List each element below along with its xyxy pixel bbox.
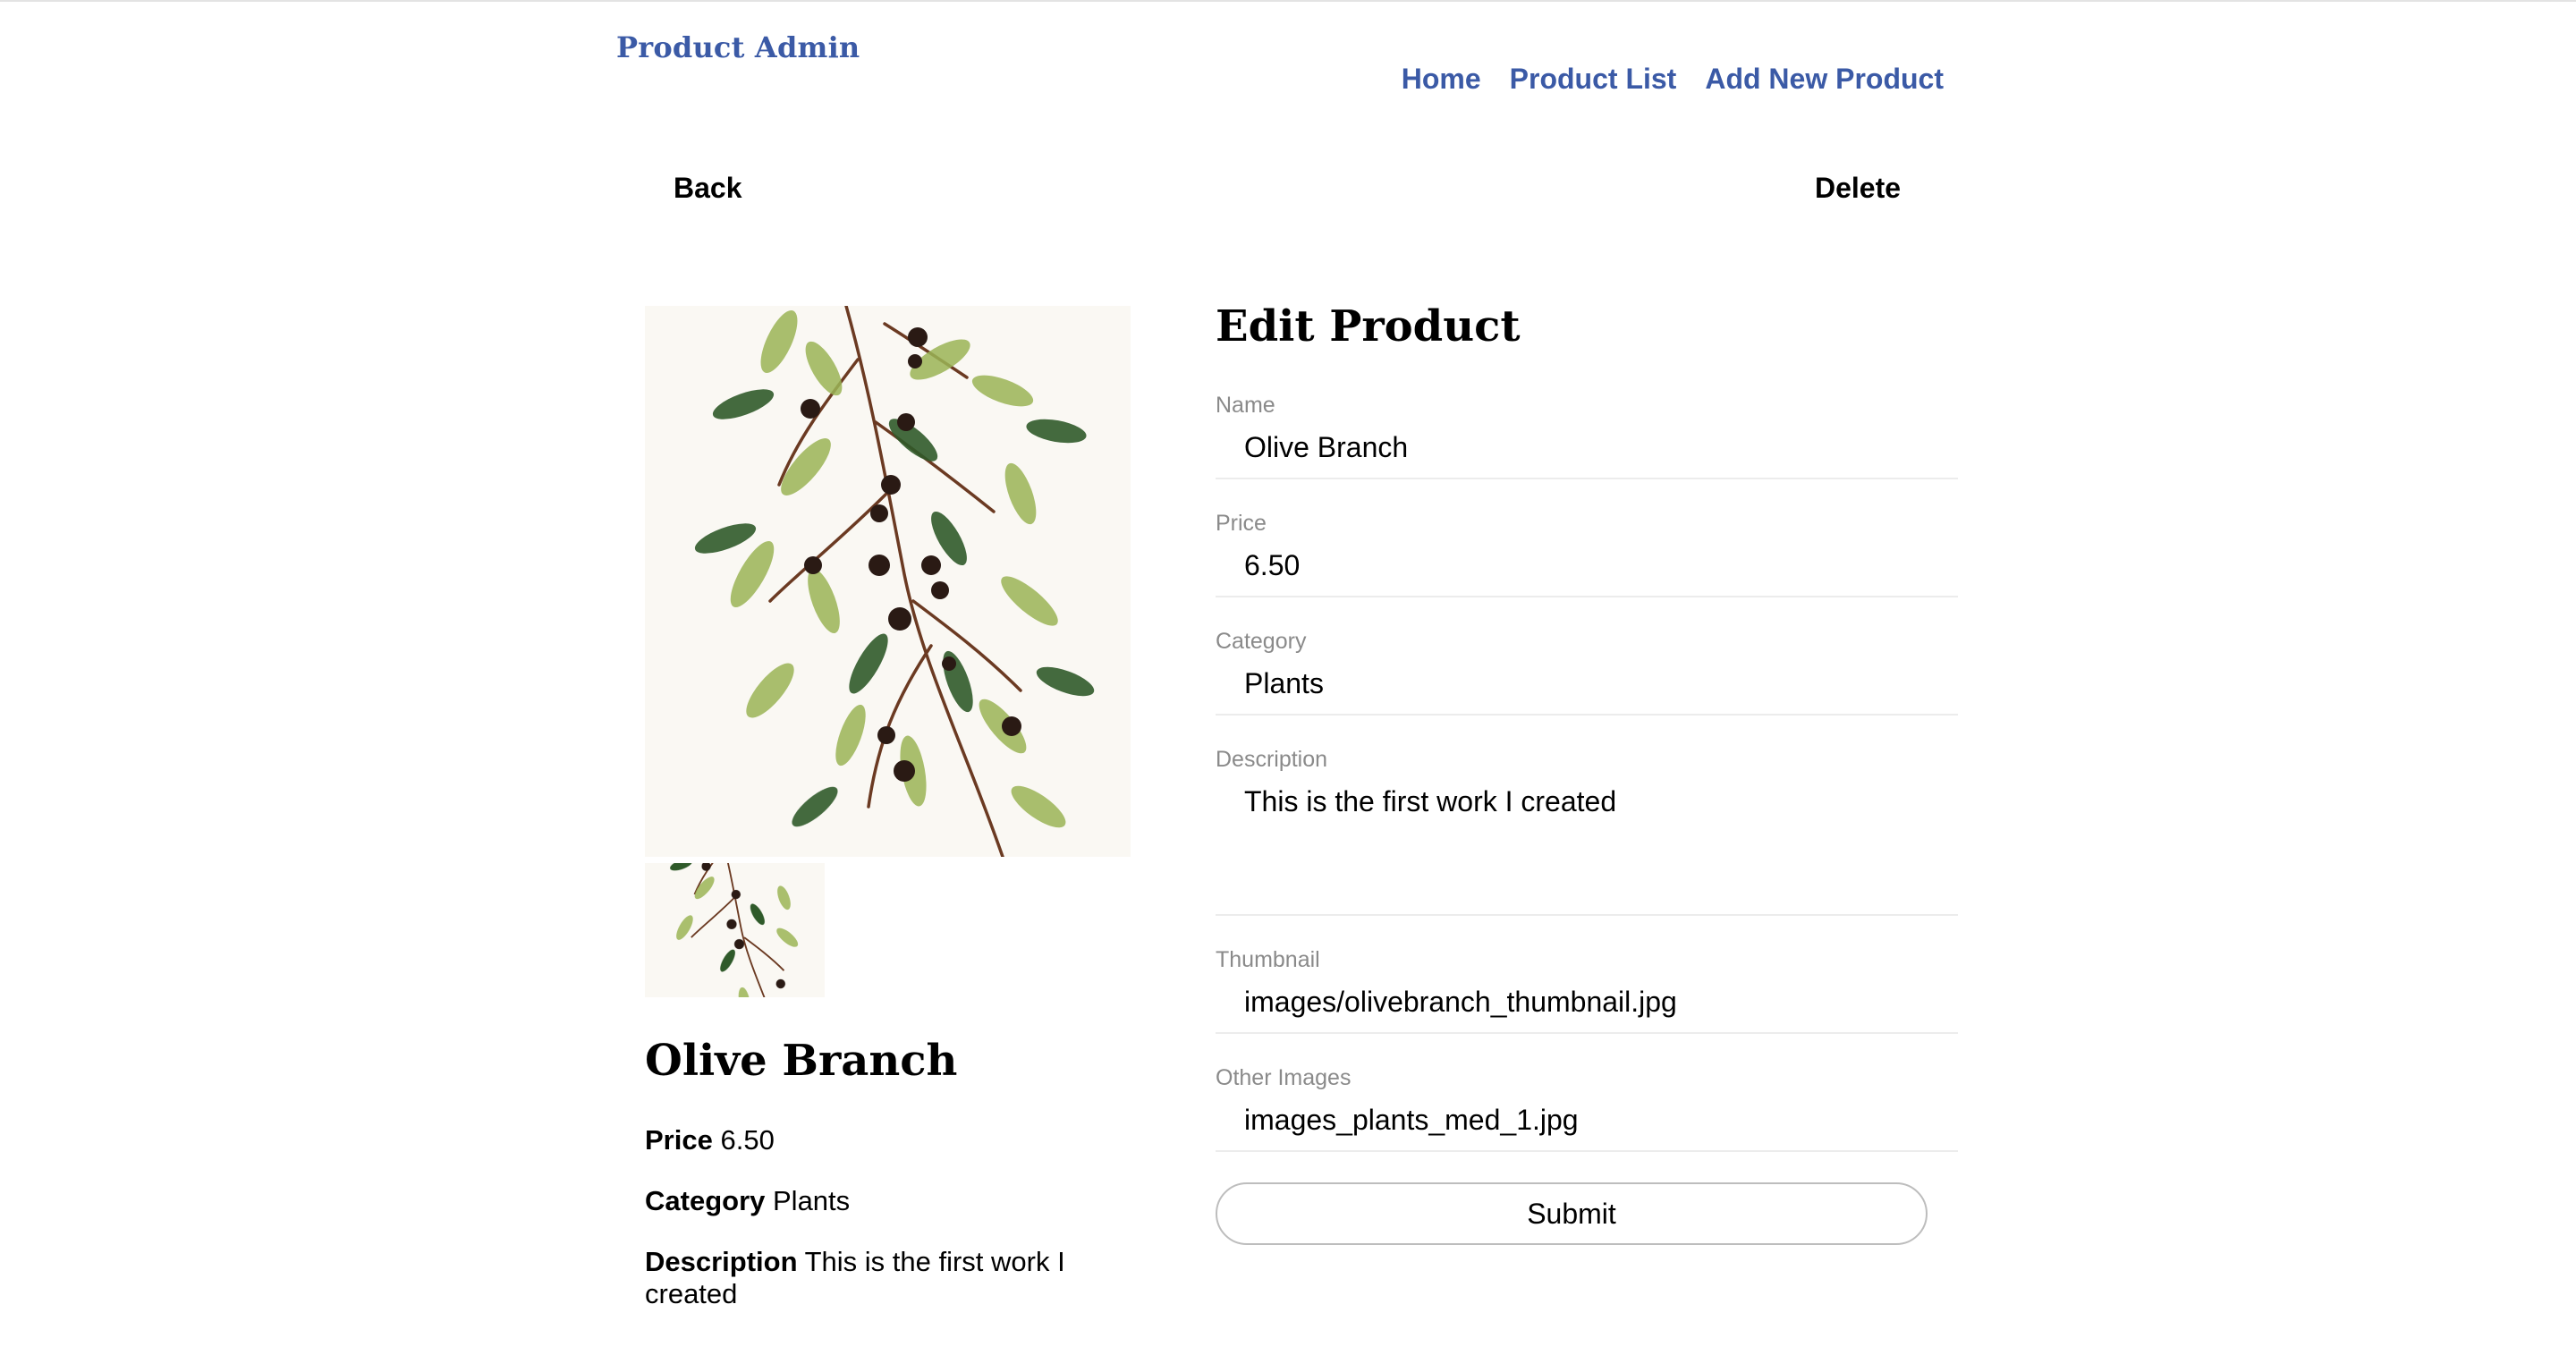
product-price: Price 6.50 <box>645 1124 1110 1156</box>
product-description: Description This is the first work I cre… <box>645 1246 1110 1310</box>
main-nav: Home Product List Add New Product <box>1402 63 1944 96</box>
description-textarea[interactable]: This is the first work I created <box>1216 783 1951 891</box>
description-field: Description This is the first work I cre… <box>1216 746 1958 916</box>
product-category: Category Plants <box>645 1185 1110 1217</box>
price-field: Price <box>1216 510 1958 597</box>
category-field: Category <box>1216 628 1958 716</box>
other-images-field: Other Images <box>1216 1064 1958 1152</box>
thumbnail-field: Thumbnail <box>1216 946 1958 1034</box>
name-field: Name <box>1216 392 1958 479</box>
thumbnail-field-label: Thumbnail <box>1216 947 1320 972</box>
category-field-label: Category <box>1216 629 1307 654</box>
page: Product Admin Home Product List Add New … <box>0 2 2576 1372</box>
price-input[interactable] <box>1216 547 1951 583</box>
nav-home-link[interactable]: Home <box>1402 63 1481 96</box>
olive-branch-thumbnail <box>670 863 799 997</box>
delete-button[interactable]: Delete <box>1815 172 1901 205</box>
name-field-label: Name <box>1216 393 1275 418</box>
brand-title[interactable]: Product Admin <box>616 30 860 64</box>
olive-branch-illustration <box>694 306 1095 857</box>
price-value: 6.50 <box>720 1124 775 1156</box>
description-label: Description <box>645 1246 798 1277</box>
other-images-field-label: Other Images <box>1216 1065 1352 1090</box>
nav-add-new-product-link[interactable]: Add New Product <box>1705 63 1944 96</box>
product-thumbnail-image[interactable] <box>645 863 825 997</box>
product-main-image <box>645 306 1131 857</box>
price-field-label: Price <box>1216 511 1267 536</box>
submit-button[interactable]: Submit <box>1216 1182 1928 1245</box>
price-label: Price <box>645 1124 713 1156</box>
thumbnail-input[interactable] <box>1216 984 1951 1020</box>
back-button[interactable]: Back <box>674 172 742 205</box>
category-input[interactable] <box>1216 665 1951 701</box>
product-name-heading: Olive Branch <box>645 1036 958 1086</box>
category-label: Category <box>645 1185 766 1216</box>
nav-product-list-link[interactable]: Product List <box>1510 63 1677 96</box>
category-value: Plants <box>773 1185 851 1216</box>
description-field-label: Description <box>1216 747 1328 772</box>
other-images-input[interactable] <box>1216 1102 1951 1138</box>
edit-product-heading: Edit Product <box>1216 301 1521 351</box>
name-input[interactable] <box>1216 429 1951 465</box>
